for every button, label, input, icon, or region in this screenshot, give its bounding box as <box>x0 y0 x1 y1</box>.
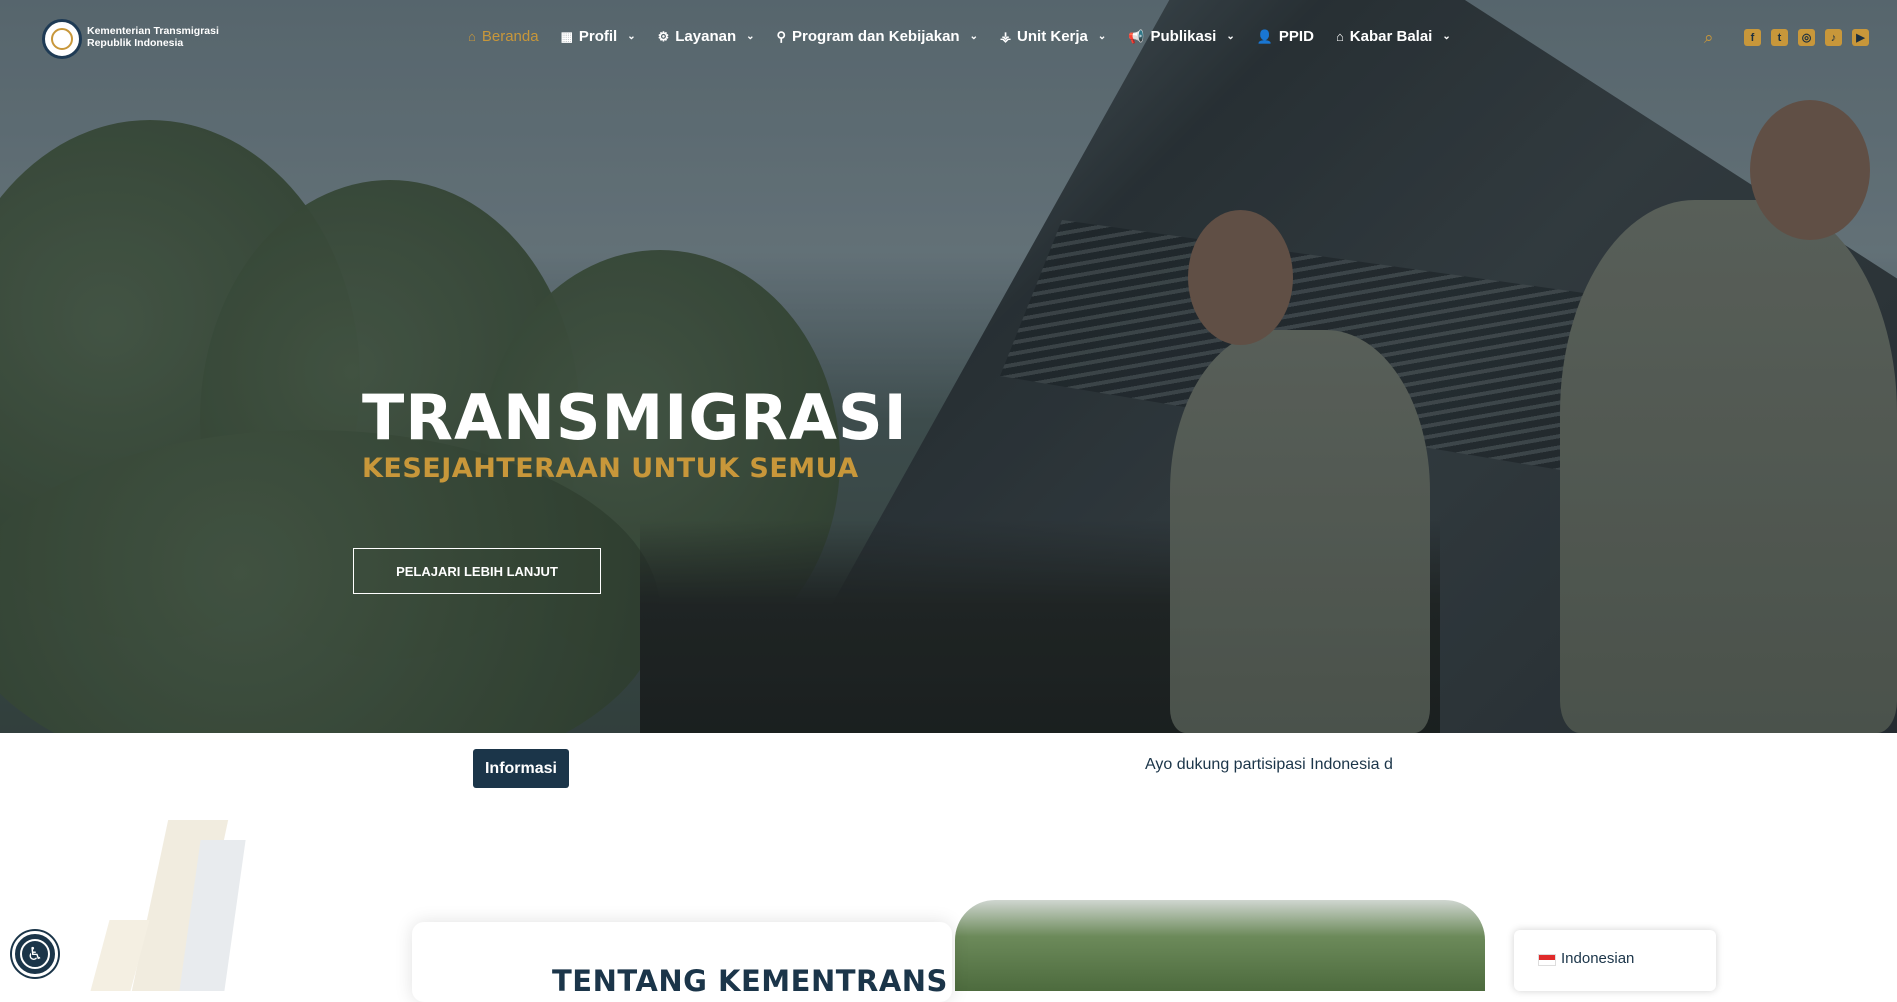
nav-item-label: Publikasi <box>1150 28 1217 45</box>
hero-banner <box>0 0 1897 733</box>
chevron-down-icon: ⌄ <box>1226 31 1235 42</box>
nav-item-label: Unit Kerja <box>1017 28 1088 45</box>
hero-title: TRANSMIGRASI <box>362 381 908 454</box>
nav-item-label: Profil <box>578 28 618 45</box>
logo-emblem-icon <box>51 28 73 50</box>
home-icon: ⌂ <box>468 29 476 44</box>
house-user-icon: ⌂ <box>1335 29 1344 44</box>
brand-name[interactable]: Kementerian Transmigrasi Republik Indone… <box>87 25 219 49</box>
social-links: f t ◎ ♪ ▶ <box>1744 29 1869 46</box>
nav-item-label: PPID <box>1278 28 1314 45</box>
building-icon: ▦ <box>560 29 573 44</box>
nav-item-unit-kerja[interactable]: ⚶ Unit Kerja ⌄ <box>1000 28 1106 45</box>
chevron-down-icon: ⌄ <box>746 31 755 42</box>
site-logo[interactable] <box>42 19 82 59</box>
user-gear-icon: 👤 <box>1256 29 1273 44</box>
decorative-shape <box>40 820 280 991</box>
instagram-icon[interactable]: ◎ <box>1798 29 1815 46</box>
sitemap-icon: ⚶ <box>1000 29 1012 44</box>
chevron-down-icon: ⌄ <box>1097 31 1107 42</box>
accessibility-icon: ♿ <box>20 939 50 969</box>
nav-item-ppid[interactable]: 👤 PPID <box>1257 28 1314 45</box>
search-icon[interactable]: ⌕ <box>1704 28 1714 48</box>
nav-item-beranda[interactable]: ⌂ Beranda <box>468 28 539 45</box>
nav-item-label: Program dan Kebijakan <box>792 28 960 45</box>
language-label: Indonesian <box>1561 950 1635 967</box>
language-switcher[interactable]: Indonesian <box>1514 930 1716 991</box>
about-card: TENTANG KEMENTRANS <box>412 922 952 1002</box>
nav-item-profil[interactable]: ▦ Profil ⌄ <box>561 28 636 45</box>
nav-item-label: Layanan <box>675 28 737 45</box>
info-badge: Informasi <box>473 749 569 788</box>
gear-icon: ⚙ <box>657 29 670 44</box>
nav-item-layanan[interactable]: ⚙ Layanan ⌄ <box>658 28 755 45</box>
chevron-down-icon: ⌄ <box>1442 31 1451 42</box>
megaphone-icon: 📢 <box>1128 29 1145 44</box>
about-title: TENTANG KEMENTRANS <box>552 964 948 998</box>
top-navbar: Kementerian Transmigrasi Republik Indone… <box>0 0 1897 78</box>
chevron-down-icon: ⌄ <box>627 31 636 42</box>
twitter-icon[interactable]: t <box>1771 29 1788 46</box>
youtube-icon[interactable]: ▶ <box>1852 29 1869 46</box>
chevron-down-icon: ⌄ <box>969 31 978 42</box>
learn-more-button[interactable]: PELAJARI LEBIH LANJUT <box>353 548 601 594</box>
nav-item-kabar-balai[interactable]: ⌂ Kabar Balai ⌄ <box>1336 28 1451 45</box>
hero-subtitle: KESEJAHTERAAN UNTUK SEMUA <box>362 453 859 484</box>
brand-line-2: Republik Indonesia <box>87 37 184 49</box>
accessibility-button[interactable]: ♿ <box>12 931 58 977</box>
hero-overlay <box>0 0 1897 733</box>
ticker-text: Ayo dukung partisipasi Indonesia d <box>1145 756 1393 773</box>
nav-item-program-dan-kebijakan[interactable]: ⚲ Program dan Kebijakan ⌄ <box>777 28 978 45</box>
network-icon: ⚲ <box>776 29 787 44</box>
facebook-icon[interactable]: f <box>1744 29 1761 46</box>
flag-stripe-white <box>1539 960 1555 965</box>
main-nav: ⌂ Beranda ▦ Profil ⌄ ⚙ Layanan ⌄ ⚲ Program dan Ke… <box>468 28 1451 45</box>
indonesia-flag-icon <box>1538 954 1556 966</box>
about-photo <box>955 900 1485 991</box>
brand-line-1: Kementerian Transmigrasi <box>87 25 219 37</box>
news-ticker[interactable]: Ayo dukung partisipasi Indonesia d <box>1145 756 1425 780</box>
nav-item-publikasi[interactable]: 📢 Publikasi ⌄ <box>1128 28 1234 45</box>
nav-item-label: Kabar Balai <box>1349 28 1433 45</box>
tiktok-icon[interactable]: ♪ <box>1825 29 1842 46</box>
nav-item-label: Beranda <box>481 28 539 45</box>
